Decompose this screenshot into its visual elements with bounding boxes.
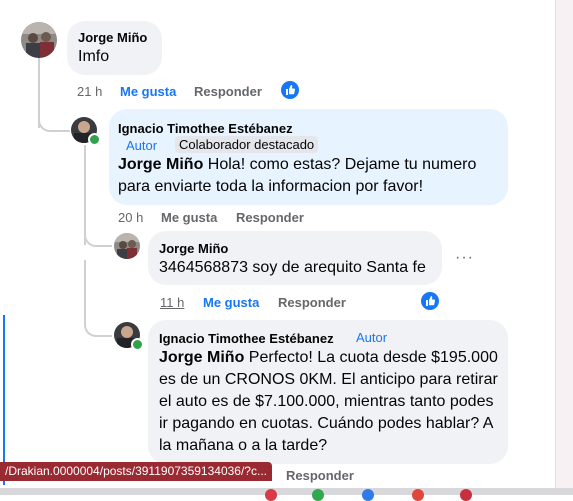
like-button[interactable]: Me gusta [203,295,259,310]
taskbar [0,488,573,495]
comment-bubble: Jorge Miño Imfo [67,21,162,75]
comment-bubble: Ignacio Timothee Estébanez Autor Jorge M… [148,320,508,464]
comment-text: Jorge Miño Hola! como estas? Dejame tu n… [118,156,477,195]
comment-time[interactable]: 21 h [77,84,102,99]
author-badge: Autor [356,330,388,345]
taskbar-app-icon[interactable] [312,489,324,501]
comment-bubble: Ignacio Timothee Estébanez Autor Colabor… [109,109,508,205]
reply-button[interactable]: Responder [278,295,346,310]
comment-text: 3464568873 soy de arequito Santa fe [159,259,426,276]
thumbs-up-icon[interactable] [421,292,439,310]
reply-button[interactable]: Responder [286,468,354,483]
like-button[interactable]: Me gusta [120,84,176,99]
comment-author[interactable]: Ignacio Timothee Estébanez [159,331,334,346]
window-edge [555,0,573,495]
online-status-indicator [131,338,144,351]
avatar[interactable] [21,22,57,58]
mention[interactable]: Jorge Miño [159,349,244,366]
comment-author[interactable]: Jorge Miño [78,30,147,45]
focus-indicator [3,315,5,485]
taskbar-app-icon[interactable] [412,489,424,501]
comment-author[interactable]: Jorge Miño [159,241,228,256]
reply-button[interactable]: Responder [236,210,304,225]
comment-text: Imfo [78,48,110,65]
online-status-indicator [88,133,101,146]
mention[interactable]: Jorge Miño [118,156,203,173]
author-badge: Autor [126,138,158,153]
comment-time[interactable]: 20 h [118,210,143,225]
thumbs-up-icon[interactable] [281,81,299,99]
top-contributor-badge: Colaborador destacado [175,136,319,153]
taskbar-app-icon[interactable] [362,489,374,501]
avatar[interactable] [114,233,140,259]
like-button[interactable]: Me gusta [161,210,217,225]
reply-button[interactable]: Responder [194,84,262,99]
thread-connector [84,260,112,337]
link-preview-status-bar: /Drakian.0000004/posts/3911907359134036/… [0,462,272,481]
thread-connector [84,220,112,247]
thread-connector [38,100,70,132]
comment-text: Jorge Miño Perfecto! La cuota desde $195… [159,349,498,454]
comment-time[interactable]: 11 h [160,295,184,310]
comment-bubble: Jorge Miño 3464568873 soy de arequito Sa… [148,231,442,285]
more-options-icon[interactable]: ··· [455,249,474,267]
comment-author[interactable]: Ignacio Timothee Estébanez [118,121,293,136]
taskbar-app-icon[interactable] [265,489,277,501]
taskbar-app-icon[interactable] [460,489,472,501]
